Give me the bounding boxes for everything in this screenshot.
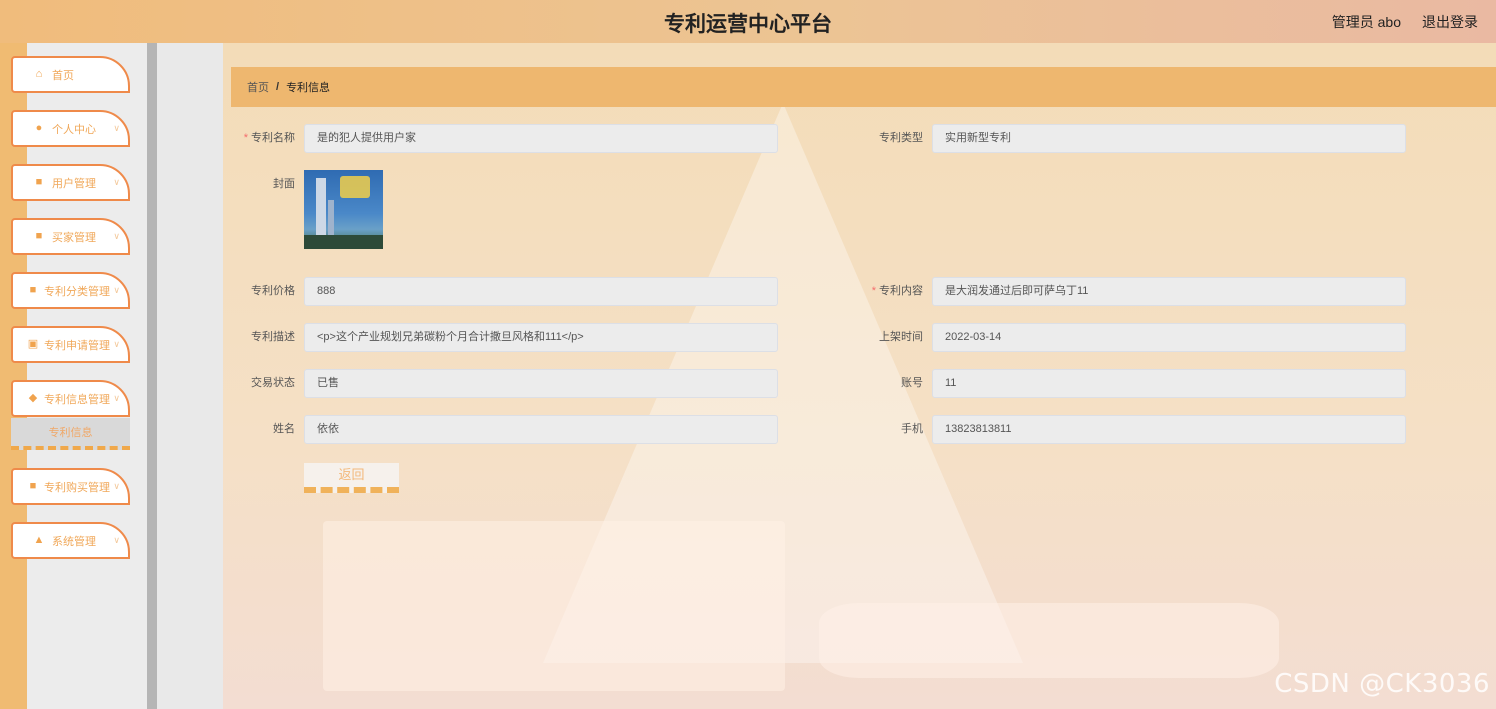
menu-item-personal-center[interactable]: ● 个人中心 ∨	[11, 110, 130, 147]
account-field[interactable]: 11	[932, 369, 1406, 398]
menu-item-label: 买家管理	[52, 231, 96, 244]
breadcrumb-home[interactable]: 首页	[247, 79, 269, 95]
menu-item-label: 专利购买管理	[44, 481, 110, 494]
logout-link[interactable]: 退出登录	[1422, 12, 1478, 32]
cover-image-ground	[304, 235, 383, 249]
patent-price-label: 专利价格	[251, 285, 295, 297]
menu-item-system-management[interactable]: ▲ 系统管理 ∨	[11, 522, 130, 559]
chevron-down-icon: ∨	[113, 177, 120, 187]
trade-status-field[interactable]: 已售	[304, 369, 778, 398]
patent-name-label: * 专利名称	[243, 132, 295, 144]
required-mark: *	[243, 132, 248, 144]
patent-type-label: 专利类型	[879, 132, 923, 144]
shelf-time-field[interactable]: 2022-03-14	[932, 323, 1406, 352]
cover-label: 封面	[273, 178, 295, 190]
user-icon: ●	[35, 122, 43, 134]
cover-image-sign	[340, 176, 370, 198]
check-icon: ▣	[27, 338, 39, 350]
chevron-down-icon: ∨	[113, 481, 120, 491]
phone-field[interactable]: 13823813811	[932, 415, 1406, 444]
patent-type-field[interactable]: 实用新型专利	[932, 124, 1406, 153]
breadcrumb-current: 专利信息	[286, 82, 331, 94]
menu-item-label: 专利信息管理	[44, 393, 110, 406]
grid-icon: ■	[29, 284, 37, 296]
account-label: 账号	[901, 377, 923, 389]
patent-content-label: * 专利内容	[871, 285, 923, 297]
menu-item-label: 专利申请管理	[44, 339, 110, 352]
menu-item-user-management[interactable]: ■ 用户管理 ∨	[11, 164, 130, 201]
menu-item-home[interactable]: ⌂ 首页	[11, 56, 130, 93]
patent-name-field[interactable]: 是的犯人提供用户家	[304, 124, 778, 153]
shelf-time-label: 上架时间	[879, 331, 923, 343]
grid-icon: ■	[35, 230, 43, 242]
background-disc	[819, 603, 1279, 678]
breadcrumb: 首页 / 专利信息	[231, 67, 1496, 107]
menu-item-patent-info[interactable]: ◆ 专利信息管理 ∨	[11, 380, 130, 417]
realname-field[interactable]: 依依	[304, 415, 778, 444]
main-content: 首页 / 专利信息 * 专利名称 是的犯人提供用户家 专利类型 实用新型专利 封面…	[223, 43, 1496, 709]
menu-item-label: 个人中心	[52, 123, 96, 136]
top-header: 专利运营中心平台 管理员 abo 退出登录	[0, 0, 1496, 43]
menu-item-patent-purchase[interactable]: ■ 专利购买管理 ∨	[11, 468, 130, 505]
chevron-down-icon: ∨	[113, 123, 120, 133]
content-gutter	[157, 43, 223, 709]
chevron-down-icon: ∨	[113, 339, 120, 349]
phone-label: 手机	[901, 423, 923, 435]
sidebar-scrollbar[interactable]	[147, 43, 157, 709]
back-button[interactable]: 返回	[304, 463, 399, 493]
menu-item-label: 系统管理	[52, 535, 96, 548]
submenu-item-patent-info[interactable]: 专利信息	[11, 418, 130, 450]
menu-item-label: 专利分类管理	[44, 285, 110, 298]
patent-desc-label: 专利描述	[251, 331, 295, 343]
breadcrumb-separator: /	[276, 81, 280, 93]
chevron-down-icon: ∨	[113, 393, 120, 403]
menu-item-patent-application[interactable]: ▣ 专利申请管理 ∨	[11, 326, 130, 363]
watermark: CSDN @CK3036	[1274, 669, 1490, 699]
required-mark: *	[871, 285, 876, 297]
background-podium	[323, 521, 785, 691]
realname-label: 姓名	[273, 423, 295, 435]
patent-desc-field[interactable]: <p>这个产业规划兄弟碳粉个月合计撒旦风格和111</p>	[304, 323, 778, 352]
chevron-down-icon: ∨	[113, 231, 120, 241]
grid-icon: ■	[35, 176, 43, 188]
chevron-down-icon: ∨	[113, 535, 120, 545]
person-icon: ▲	[33, 534, 45, 546]
grid-icon: ■	[29, 480, 37, 492]
menu-item-label: 首页	[52, 69, 74, 82]
chevron-down-icon: ∨	[113, 285, 120, 295]
menu-item-buyer-management[interactable]: ■ 买家管理 ∨	[11, 218, 130, 255]
app-title: 专利运营中心平台	[664, 12, 832, 36]
menu-item-patent-category[interactable]: ■ 专利分类管理 ∨	[11, 272, 130, 309]
patent-content-field[interactable]: 是大润发通过后即可萨乌丁11	[932, 277, 1406, 306]
patent-price-field[interactable]: 888	[304, 277, 778, 306]
cover-image[interactable]	[304, 170, 383, 249]
menu-item-label: 用户管理	[52, 177, 96, 190]
thumb-icon: ◆	[28, 392, 38, 404]
admin-user-label: 管理员 abo	[1331, 14, 1401, 30]
trade-status-label: 交易状态	[251, 377, 295, 389]
home-icon: ⌂	[35, 68, 43, 80]
